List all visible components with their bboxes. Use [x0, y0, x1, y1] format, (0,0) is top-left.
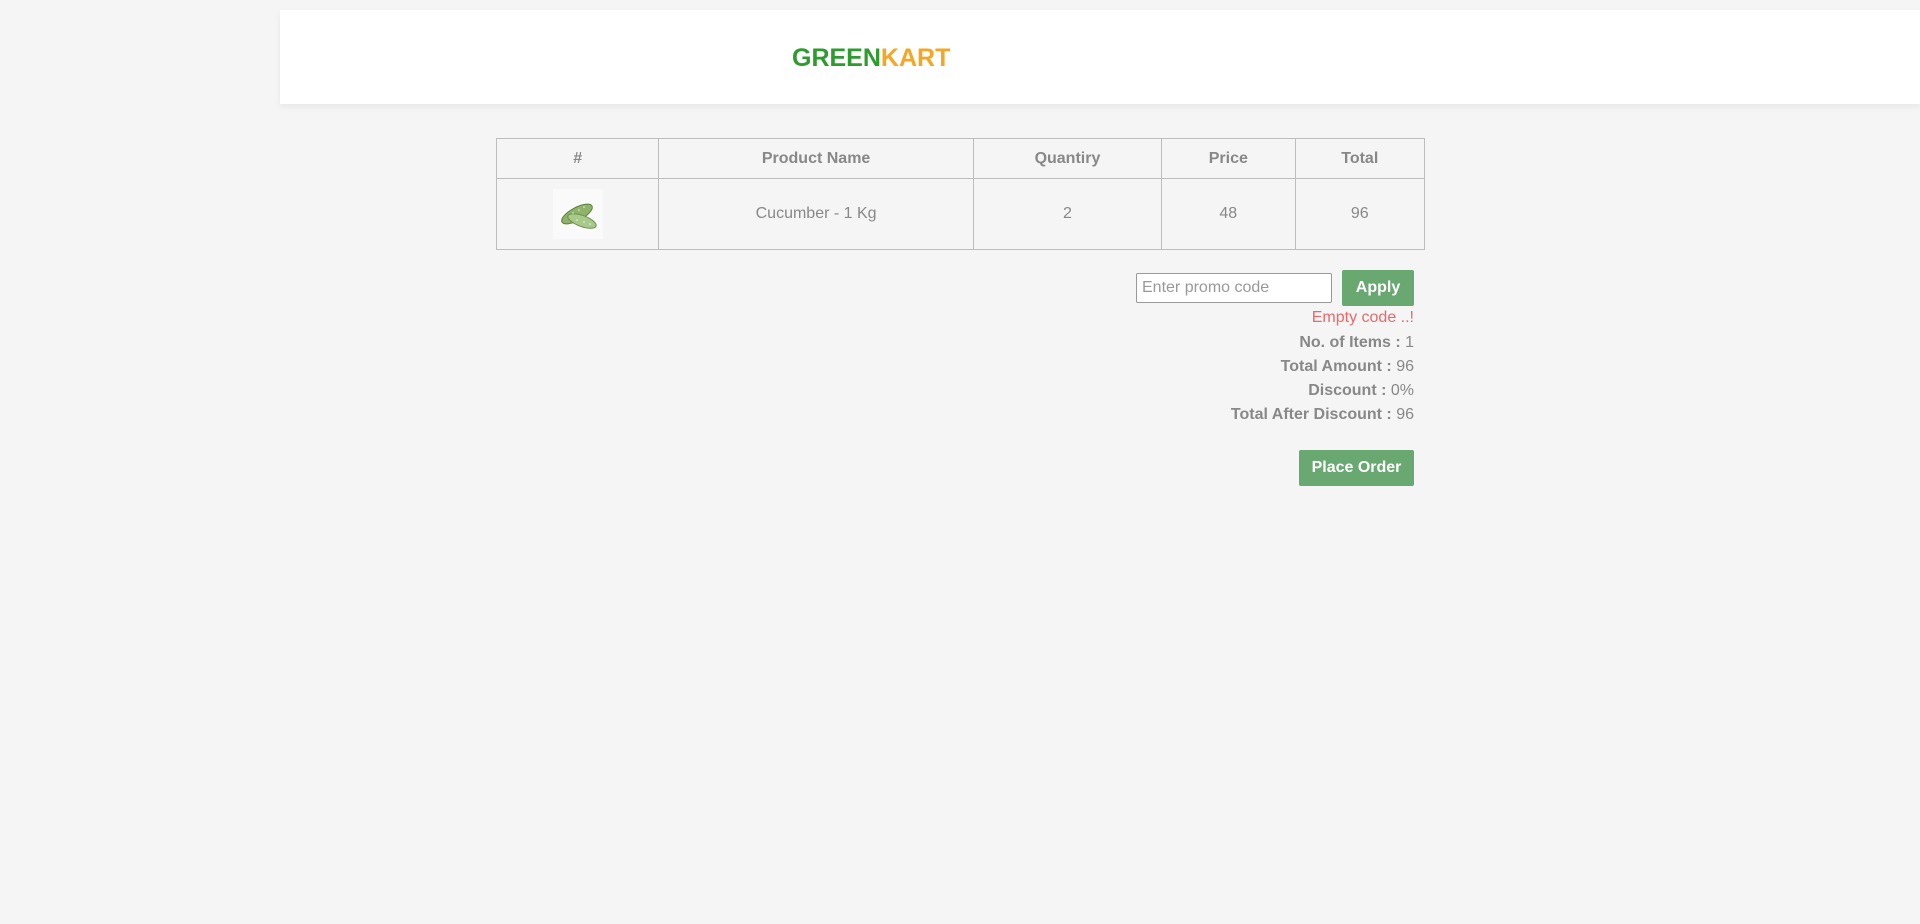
product-image-cell	[495, 178, 660, 250]
total-amount-separator: :	[1381, 358, 1397, 375]
summary-after-discount-row: Total After Discount : 96	[1231, 403, 1414, 427]
after-discount-separator: :	[1381, 406, 1397, 423]
promo-error-message: Empty code ..!	[1311, 309, 1414, 326]
place-order-button[interactable]: Place Order	[1299, 450, 1414, 486]
summary-items-row: No. of Items : 1	[1231, 331, 1414, 355]
product-quantity-cell: 2	[972, 178, 1163, 250]
order-summary: No. of Items : 1 Total Amount : 96 Disco…	[1231, 331, 1414, 427]
summary-total-amount-row: Total Amount : 96	[1231, 355, 1414, 379]
product-total-cell: 96	[1294, 178, 1426, 250]
header-price: Price	[1161, 138, 1296, 179]
discount-label: Discount	[1308, 382, 1377, 399]
promo-code-input[interactable]	[1136, 273, 1332, 303]
cucumber-icon	[552, 189, 603, 239]
items-label: No. of Items	[1299, 334, 1391, 351]
total-amount-value: 96	[1396, 358, 1414, 375]
header-total: Total	[1294, 138, 1426, 179]
table-row: Cucumber - 1 Kg 2 48 96	[495, 178, 1426, 250]
after-discount-label: Total After Discount	[1230, 406, 1382, 423]
header-product-name: Product Name	[658, 138, 974, 179]
after-discount-value: 96	[1396, 406, 1414, 423]
header-quantity: Quantiry	[972, 138, 1163, 179]
product-name-cell: Cucumber - 1 Kg	[658, 178, 974, 250]
table-header-row: # Product Name Quantiry Price Total	[495, 138, 1426, 179]
brand-logo-green: GREEN	[792, 44, 881, 72]
apply-promo-button[interactable]: Apply	[1342, 270, 1414, 306]
discount-separator: :	[1376, 382, 1391, 399]
items-separator: :	[1390, 334, 1406, 351]
items-value: 1	[1405, 334, 1414, 351]
product-price-cell: 48	[1161, 178, 1296, 250]
discount-value: 0%	[1390, 382, 1414, 399]
brand-logo-orange: KART	[880, 44, 951, 72]
header-number: #	[495, 138, 660, 179]
total-amount-label: Total Amount	[1280, 358, 1382, 375]
brand-logo: GREENKART	[792, 43, 950, 73]
summary-discount-row: Discount : 0%	[1231, 379, 1414, 403]
cart-table: # Product Name Quantiry Price Total Cucu…	[495, 138, 1426, 250]
header-bar: GREENKART	[280, 10, 1920, 104]
